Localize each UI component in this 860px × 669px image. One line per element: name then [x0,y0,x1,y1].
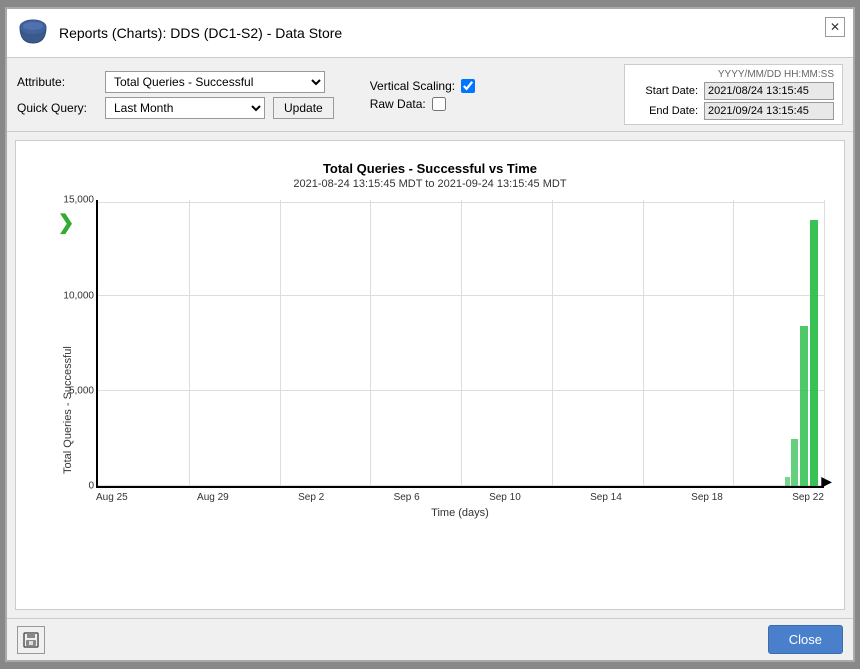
raw-data-row: Raw Data: [370,97,475,111]
save-icon [23,632,39,648]
x-tick-sep14: Sep 14 [590,492,622,503]
x-tick-sep18: Sep 18 [691,492,723,503]
expand-chart-icon[interactable]: ❯ [58,210,75,235]
raw-data-checkbox[interactable] [432,97,446,111]
chart-subtitle: 2021-08-24 13:15:45 MDT to 2021-09-24 13… [36,178,824,190]
bar-tiny [785,477,790,486]
chart-title: Total Queries - Successful vs Time [36,161,824,176]
toolbar-left: Attribute: Total Queries - SuccessfulTot… [17,71,334,119]
chart-inner: ❯ Total Queries - Successful 0 5,000 [36,200,824,578]
vertical-scaling-label: Vertical Scaling: [370,79,455,93]
end-date-row: End Date: 2021/09/24 13:15:45 [633,102,834,120]
x-tick-sep22: Sep 22 [792,492,824,503]
date-format-hint: YYYY/MM/DD HH:MM:SS [633,69,834,80]
x-axis-title: Time (days) [96,507,824,519]
title-bar: Reports (Charts): DDS (DC1-S2) - Data St… [7,9,853,58]
attribute-row: Attribute: Total Queries - SuccessfulTot… [17,71,334,93]
chart-plot: 0 5,000 10,000 15,000 [96,200,824,488]
y-tick-15000: 15,000 [63,195,98,206]
quick-query-select[interactable]: Last MonthLast WeekLast DayLast HourCust… [105,97,265,119]
raw-data-label: Raw Data: [370,97,426,111]
y-tick-10000: 10,000 [63,290,98,301]
bottom-bar: Close [7,618,853,660]
start-date-input[interactable]: 2021/08/24 13:15:45 [704,82,834,100]
date-section: YYYY/MM/DD HH:MM:SS Start Date: 2021/08/… [624,64,843,125]
dialog-title: Reports (Charts): DDS (DC1-S2) - Data St… [59,25,342,41]
quick-query-label: Quick Query: [17,101,97,115]
attribute-select[interactable]: Total Queries - SuccessfulTotal Queries … [105,71,325,93]
x-tick-sep6: Sep 6 [394,492,420,503]
save-button[interactable] [17,626,45,654]
end-date-input[interactable]: 2021/09/24 13:15:45 [704,102,834,120]
close-bottom-button[interactable]: Close [768,625,843,654]
y-tick-5000: 5,000 [69,385,98,396]
main-dialog: Reports (Charts): DDS (DC1-S2) - Data St… [5,7,855,662]
app-icon [17,17,49,49]
x-tick-aug29: Aug 29 [197,492,229,503]
bar-small [791,439,798,486]
x-tick-sep2: Sep 2 [298,492,324,503]
start-date-label: Start Date: [633,85,698,97]
attribute-label: Attribute: [17,75,97,89]
bar-main [810,220,818,486]
bar-secondary [800,326,808,486]
quick-query-row: Quick Query: Last MonthLast WeekLast Day… [17,97,334,119]
x-tick-aug25: Aug 25 [96,492,128,503]
x-axis-ticks: Aug 25 Aug 29 Sep 2 Sep 6 Sep 10 Sep 14 … [96,488,824,528]
x-tick-sep10: Sep 10 [489,492,521,503]
end-date-label: End Date: [633,105,698,117]
chart-area: Total Queries - Successful vs Time 2021-… [15,140,845,610]
update-button[interactable]: Update [273,97,334,119]
chart-container: Total Queries - Successful vs Time 2021-… [16,141,844,609]
close-icon-btn[interactable]: ✕ [825,17,845,37]
vertical-scaling-row: Vertical Scaling: [370,79,475,93]
toolbar-right: Vertical Scaling: Raw Data: [370,79,475,111]
start-date-row: Start Date: 2021/08/24 13:15:45 [633,82,834,100]
vertical-scaling-checkbox[interactable] [461,79,475,93]
toolbar: Attribute: Total Queries - SuccessfulTot… [7,58,853,132]
